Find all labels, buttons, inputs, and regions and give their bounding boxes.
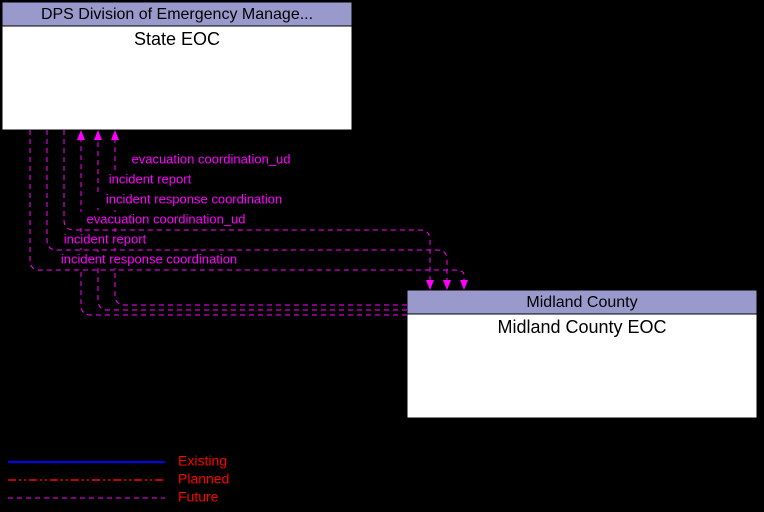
node-midland-county-eoc-header: Midland County [526, 294, 637, 311]
node-state-eoc-body: State EOC [134, 29, 220, 49]
legend: Existing Planned Future [8, 453, 229, 505]
node-midland-county-eoc: Midland County Midland County EOC [407, 290, 757, 418]
flow-label: evacuation coordination_ud [86, 211, 245, 226]
node-state-eoc: DPS Division of Emergency Manage... Stat… [2, 2, 352, 130]
flow-label: incident report [109, 171, 192, 186]
legend-planned-label: Planned [178, 471, 229, 487]
flow-label: incident report [64, 231, 147, 246]
flow-label: incident response coordination [61, 251, 237, 266]
node-midland-county-eoc-body: Midland County EOC [497, 317, 666, 337]
node-state-eoc-header: DPS Division of Emergency Manage... [41, 6, 313, 23]
flow-label: incident response coordination [106, 191, 282, 206]
legend-existing-label: Existing [178, 453, 227, 469]
architecture-diagram: DPS Division of Emergency Manage... Stat… [0, 0, 764, 512]
flow-label: evacuation coordination_ud [131, 151, 290, 166]
legend-future-label: Future [178, 489, 219, 505]
